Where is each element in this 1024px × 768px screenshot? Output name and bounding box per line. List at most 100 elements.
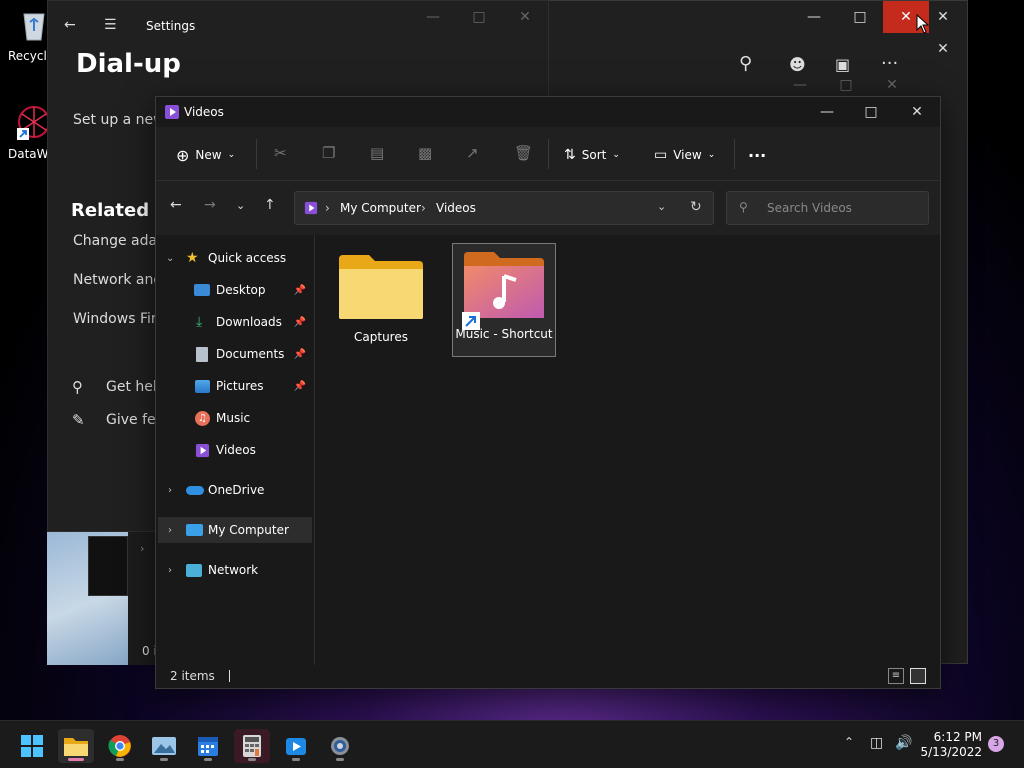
chevron-down-icon[interactable]: ⌄: [657, 200, 666, 213]
close-button[interactable]: ✕: [923, 33, 963, 65]
sort-icon: ⇅: [564, 147, 576, 163]
chevron-right-icon[interactable]: ›: [168, 565, 172, 576]
notification-badge[interactable]: 3: [988, 736, 1004, 752]
nav-item-network[interactable]: › Network: [158, 557, 312, 583]
search-icon: ⚲: [739, 200, 748, 214]
search-icon[interactable]: ⚲: [739, 53, 752, 74]
show-hidden-icons-chevron-icon[interactable]: ⌃: [844, 735, 854, 749]
paste-icon[interactable]: ▤: [370, 144, 384, 162]
toolbar-divider: [734, 139, 735, 169]
taskbar-calculator[interactable]: [234, 729, 270, 763]
hamburger-menu-icon[interactable]: ☰: [104, 17, 117, 33]
chevron-down-icon: ⌄: [227, 150, 236, 160]
videos-icon: [195, 443, 210, 457]
maximize-button[interactable]: □: [823, 71, 869, 99]
new-button[interactable]: ⊕ New ⌄: [176, 139, 235, 171]
maximize-button[interactable]: □: [848, 97, 894, 127]
nav-item-my-computer[interactable]: › My Computer: [158, 517, 312, 543]
pin-icon[interactable]: 📌: [294, 349, 306, 360]
copy-icon[interactable]: ❐: [322, 144, 335, 162]
taskbar-settings[interactable]: [322, 729, 358, 763]
nav-item-onedrive[interactable]: › OneDrive: [158, 477, 312, 503]
chevron-right-icon[interactable]: ›: [168, 485, 172, 496]
pictures-icon: [195, 379, 210, 393]
nav-item-label: Music: [216, 411, 251, 425]
nav-item-desktop[interactable]: Desktop 📌: [158, 277, 312, 303]
large-icons-view-icon[interactable]: [910, 668, 926, 684]
minimize-button[interactable]: —: [777, 71, 823, 99]
minimize-button[interactable]: —: [804, 97, 850, 127]
nav-item-label: Network: [208, 563, 259, 577]
setup-link[interactable]: Set up a new: [73, 112, 165, 128]
nav-item-downloads[interactable]: ⤓ Downloads 📌: [158, 309, 312, 335]
search-box[interactable]: ⚲ Search Videos: [726, 191, 929, 225]
taskbar-calendar[interactable]: [190, 729, 226, 763]
taskbar-file-explorer[interactable]: [58, 729, 94, 763]
view-button-label: View: [673, 148, 702, 162]
feedback-icon: ✎: [72, 411, 85, 429]
running-indicator: [116, 758, 124, 761]
taskbar-clock[interactable]: 6:12 PM 5/13/2022: [918, 730, 982, 760]
view-button[interactable]: ▭ View ⌄: [654, 139, 715, 171]
rename-icon[interactable]: ▩: [418, 144, 432, 162]
refresh-icon[interactable]: ↻: [690, 199, 702, 215]
related-link[interactable]: Network and: [73, 272, 162, 288]
see-more-button[interactable]: ···: [748, 139, 766, 171]
chevron-right-icon: ›: [325, 201, 330, 215]
up-arrow-icon[interactable]: ↑: [264, 197, 276, 213]
nav-item-documents[interactable]: Documents 📌: [158, 341, 312, 367]
address-bar[interactable]: › My Computer › Videos ⌄ ↻: [294, 191, 714, 225]
minimize-button[interactable]: —: [410, 1, 456, 33]
desktop-icon: [194, 284, 210, 296]
related-link[interactable]: Windows Fire: [73, 311, 165, 327]
forward-arrow-icon[interactable]: →: [204, 197, 216, 213]
delete-icon[interactable]: 🗑: [514, 144, 533, 162]
back-arrow-icon[interactable]: ←: [170, 197, 182, 213]
breadcrumb-item[interactable]: My Computer: [340, 201, 421, 215]
pin-icon[interactable]: 📌: [294, 285, 306, 296]
breadcrumb-item[interactable]: Videos: [436, 201, 476, 215]
pin-icon[interactable]: 📌: [294, 381, 306, 392]
back-arrow-icon[interactable]: ←: [64, 17, 76, 33]
maximize-button[interactable]: □: [837, 1, 883, 33]
volume-icon[interactable]: 🔊: [895, 735, 912, 751]
nav-item-label: Videos: [216, 443, 256, 457]
close-button[interactable]: ✕: [502, 1, 548, 33]
cut-icon[interactable]: ✂: [274, 144, 287, 162]
pin-icon[interactable]: 📌: [294, 317, 306, 328]
status-divider: [228, 670, 230, 682]
nav-item-label: Documents: [216, 347, 285, 361]
start-button[interactable]: [14, 729, 50, 763]
network-status-icon[interactable]: ◫: [870, 735, 883, 751]
mouse-cursor-icon: [916, 14, 930, 34]
toolbar-divider: [548, 139, 549, 169]
sort-button-label: Sort: [581, 148, 607, 162]
nav-item-label: OneDrive: [208, 483, 265, 497]
plus-circle-icon: ⊕: [176, 145, 190, 165]
share-icon[interactable]: ↗: [466, 144, 479, 162]
title-bar[interactable]: Videos — □ ✕: [156, 97, 940, 127]
taskbar-photos[interactable]: [146, 729, 182, 763]
details-view-icon[interactable]: ≡: [888, 668, 904, 684]
nav-item-videos[interactable]: Videos: [158, 437, 312, 463]
recent-locations-chevron-icon[interactable]: ⌄: [236, 199, 245, 212]
taskbar-chrome[interactable]: [102, 729, 138, 763]
close-button[interactable]: ✕: [894, 97, 940, 127]
nav-item-music[interactable]: ♫ Music: [158, 405, 312, 431]
file-item-captures[interactable]: Captures: [329, 245, 433, 359]
chevron-right-icon[interactable]: ›: [168, 525, 172, 536]
sort-button[interactable]: ⇅ Sort ⌄: [564, 139, 620, 171]
chevron-down-icon: ⌄: [612, 150, 620, 160]
clock-date: 5/13/2022: [920, 745, 982, 759]
nav-item-quick-access[interactable]: ⌄ ★ Quick access: [158, 245, 312, 271]
chevron-right-icon[interactable]: ›: [140, 542, 144, 555]
file-item-music-shortcut[interactable]: Music - Shortcut: [452, 243, 556, 357]
close-button[interactable]: ✕: [869, 71, 915, 99]
minimize-button[interactable]: —: [791, 1, 837, 33]
taskbar-media-player[interactable]: [278, 729, 314, 763]
computer-icon: [186, 524, 203, 536]
nav-item-pictures[interactable]: Pictures 📌: [158, 373, 312, 399]
chevron-down-icon[interactable]: ⌄: [166, 253, 174, 264]
nav-item-label: Desktop: [216, 283, 266, 297]
maximize-button[interactable]: □: [456, 1, 502, 33]
